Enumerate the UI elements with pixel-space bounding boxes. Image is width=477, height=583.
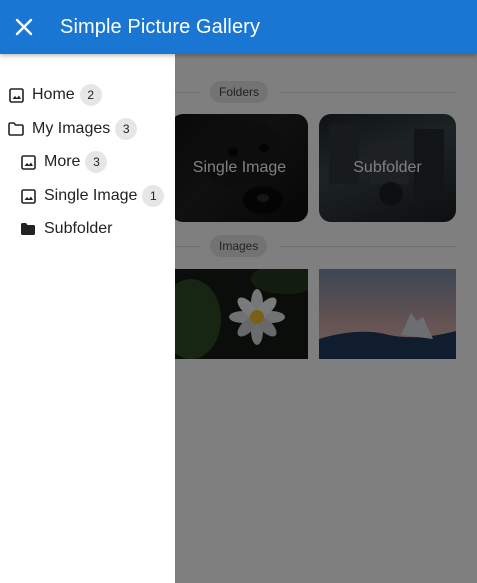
folder-outline-icon (8, 121, 24, 137)
count-badge: 3 (115, 118, 138, 140)
close-icon (15, 18, 33, 36)
nav-item-home[interactable]: Home 2 (8, 81, 102, 109)
nav-item-label: Single Image (44, 187, 138, 204)
app-bar: Simple Picture Gallery (0, 0, 477, 54)
nav-item-my-images[interactable]: My Images 3 (8, 115, 138, 143)
image-icon (8, 87, 24, 103)
nav-item-single-image[interactable]: Single Image 1 (20, 182, 165, 210)
app-title: Simple Picture Gallery (60, 15, 261, 38)
count-badge: 3 (85, 151, 108, 173)
nav-item-label: Subfolder (44, 220, 113, 237)
close-drawer-button[interactable] (0, 0, 48, 54)
nav-item-label: My Images (32, 120, 111, 137)
count-badge: 2 (79, 84, 102, 106)
image-icon (20, 154, 36, 170)
count-badge: 1 (142, 185, 165, 207)
image-icon (20, 188, 36, 204)
nav-item-more[interactable]: More 3 (20, 148, 108, 176)
folder-filled-icon (20, 221, 36, 237)
nav-item-subfolder[interactable]: Subfolder (20, 215, 113, 243)
navigation-drawer: Home 2 My Images 3 More 3 Single Image 1… (0, 54, 175, 583)
nav-item-label: Home (32, 86, 75, 103)
nav-item-label: More (44, 153, 81, 170)
